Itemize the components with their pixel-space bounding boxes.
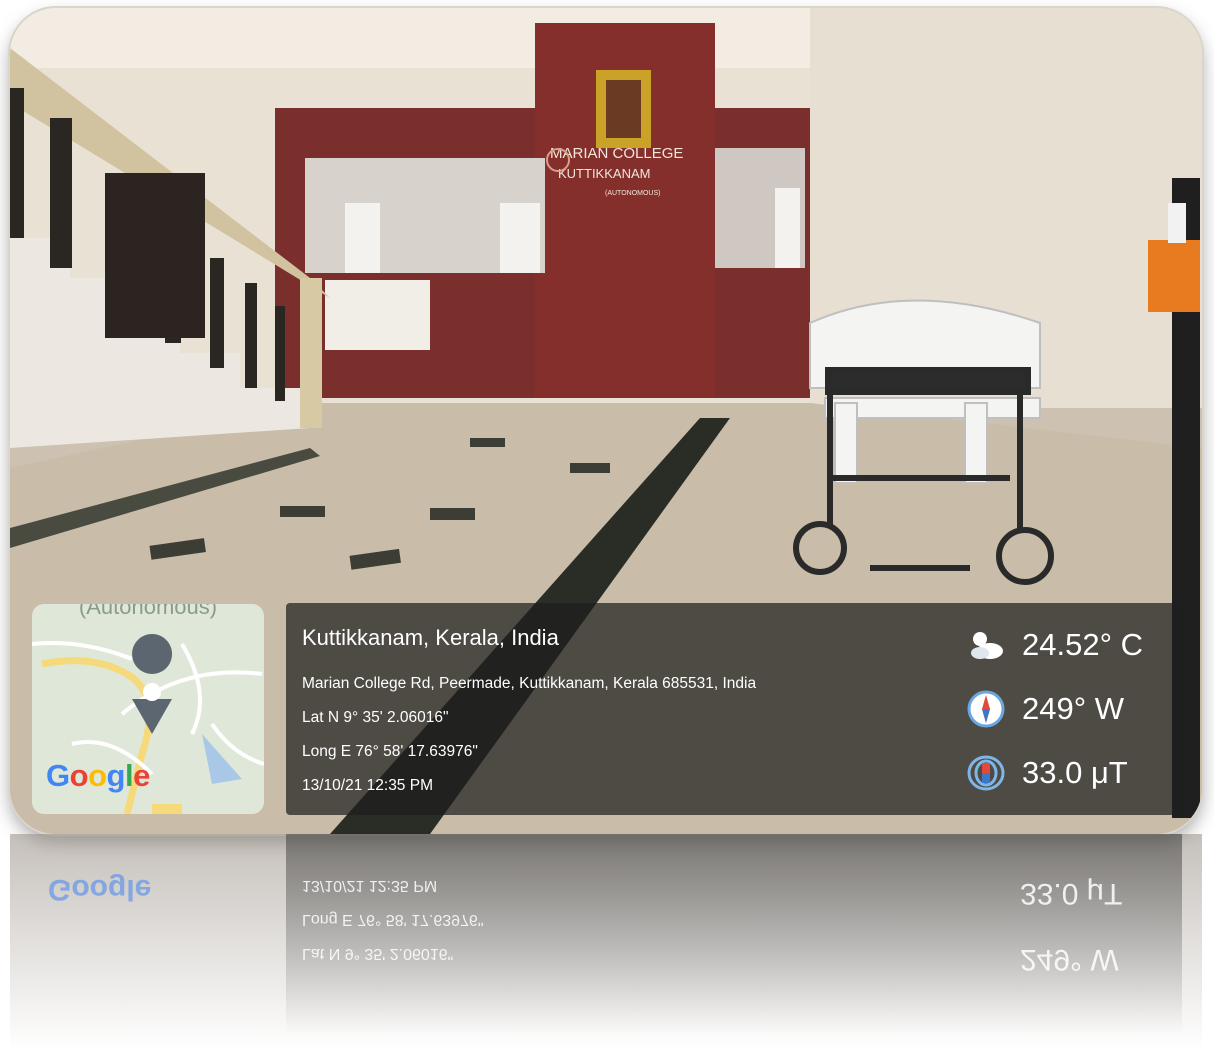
timestamp-text: 13/10/21 12:35 PM <box>302 777 433 794</box>
location-info-panel: Kuttikkanam, Kerala, India Marian Colleg… <box>286 603 1182 815</box>
sign-line3: (AUTONOMOUS) <box>605 190 660 197</box>
temperature-row: 24.52° C <box>966 625 1143 665</box>
magnetic-value: 33.0 μT <box>1022 755 1128 790</box>
magnetic-row: 33.0 μT <box>966 753 1128 793</box>
compass-icon <box>967 690 1005 728</box>
map-header-text: (Autonomous) <box>78 604 218 619</box>
reflection-latitude: Lat N 9° 35' 2.06016" <box>302 945 454 962</box>
reflection-timestamp: 13/10/21 12:35 PM <box>302 877 438 894</box>
sign-line2: KUTTIKKANAM <box>558 166 650 181</box>
google-logo: Google <box>46 758 150 793</box>
map-thumbnail[interactable]: (Autonomous) Google <box>32 604 264 814</box>
weather-cloud-icon <box>971 632 1003 659</box>
reflection-google-logo: Google <box>48 873 152 906</box>
photo-card: MARIAN COLLEGE KUTTIKKANAM (AUTONOMOUS) <box>10 8 1202 834</box>
location-title: Kuttikkanam, Kerala, India <box>302 625 559 650</box>
sign-line1: MARIAN COLLEGE <box>550 145 683 162</box>
reflection-longitude: Long E 76° 58' 17.63976" <box>302 911 484 928</box>
magnet-field-icon <box>967 755 1005 791</box>
direction-value: 249° W <box>1022 691 1124 726</box>
latitude-text: Lat N 9° 35' 2.06016" <box>302 709 449 726</box>
reflection-direction: 249° W <box>1020 943 1119 976</box>
temperature-value: 24.52° C <box>1022 627 1143 662</box>
reflection-magnetic: 33.0 μT <box>1020 877 1123 910</box>
reflection: 13/10/21 12:35 PM Long E 76° 58' 17.6397… <box>10 834 1202 1062</box>
direction-row: 249° W <box>966 689 1124 729</box>
address-text: Marian College Rd, Peermade, Kuttikkanam… <box>302 675 757 692</box>
longitude-text: Long E 76° 58' 17.63976" <box>302 743 478 760</box>
